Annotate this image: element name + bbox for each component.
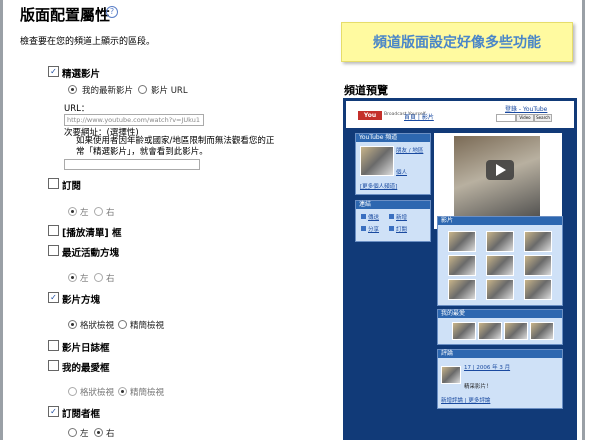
recent-right-radio[interactable] [94,273,103,282]
preview-search-input [496,114,516,122]
preview-channel-head: YouTube 頻道 [356,134,430,142]
url-input[interactable]: http://www.youtube.com/watch?v=JUku1 [64,114,204,126]
url-label: URL： [64,104,90,114]
preview-video-thumb [524,255,552,276]
preview-videos-head: 影片 [438,217,562,225]
preview-comment-date: 17 | 2006 年 3 月 [464,365,511,371]
preview-comment-links: 新增評論 | 更多評論 [441,398,491,404]
favorites-compact-radio[interactable] [118,387,127,396]
preview-top-right: 登錄 - YouTube [505,106,548,113]
subscribers-right-label: 右 [106,429,115,439]
recent-left-label: 左 [80,274,89,284]
favorites-compact-label: 精簡檢視 [130,388,165,398]
featured-url-label: 影片 URL [151,86,188,96]
preview-connect-1: 傳送 [368,215,380,221]
subscribers-left-label: 左 [80,429,89,439]
subscribers-right-radio[interactable] [94,428,103,437]
video-log-label: 影片日誌框 [62,343,110,354]
preview-channel-line1: 朋友 / 地區 [396,148,424,154]
secondary-url-input[interactable] [64,159,200,170]
subscribe-checkbox[interactable] [48,178,59,189]
preview-video-button: Video [516,114,534,122]
preview-favorite-thumb [478,322,502,340]
videos-box-checkbox[interactable]: ✓ [48,292,59,303]
video-log-checkbox[interactable] [48,340,59,351]
preview-connect-panel: 連結 [355,200,431,242]
frame-left-border [0,0,3,440]
videos-compact-label: 精簡檢視 [130,321,165,331]
page-title: 版面配置屬性 [20,6,111,24]
subscribe-icon [389,226,394,231]
subscribe-left-label: 左 [80,208,89,218]
recent-activity-checkbox[interactable] [48,245,59,256]
videos-compact-radio[interactable] [118,320,127,329]
featured-label: 精選影片 [62,69,101,80]
subscribers-checkbox[interactable]: ✓ [48,406,59,417]
preview-nav: 首頁 | 影片 [404,114,434,121]
subscribe-right-label: 右 [106,208,115,218]
preview-channel-line3: 個人 [396,170,408,176]
preview-connect-3: 分享 [368,227,380,233]
videos-box-label: 影片方塊 [62,295,101,306]
preview-avatar [360,146,394,176]
preview-commenter-avatar [441,366,461,384]
preview-channel-link: [更多個人頻道] [360,184,398,190]
featured-checkbox[interactable]: ✓ [48,66,59,77]
recent-right-label: 右 [106,274,115,284]
preview-video-thumb [486,279,514,300]
preview-favorite-thumb [504,322,528,340]
add-icon [389,214,394,219]
favorites-checkbox[interactable] [48,360,59,371]
share-icon [361,226,366,231]
featured-latest-label: 我的最新影片 [82,86,134,96]
preview-video-thumb [486,255,514,276]
youtube-logo: You [358,111,382,120]
subscribers-label: 訂閱者框 [62,409,101,420]
subscribers-left-radio[interactable] [68,428,77,437]
page-description: 檢查要在您的頻道上顯示的區段。 [20,37,156,47]
favorites-grid-radio[interactable] [68,387,77,396]
preview-comments-head: 評論 [438,350,562,358]
playlists-checkbox[interactable] [48,225,59,236]
playlists-label: [播放清單] 框 [62,228,122,239]
featured-url-radio[interactable] [138,85,147,94]
secondary-url-note: 如果使用者因年齡或國家/地區限制而無法觀看您的正常「精選影片」，就會看到此影片。 [76,136,275,157]
preview-video-thumb [486,231,514,252]
recent-left-radio[interactable] [68,273,77,282]
featured-latest-radio[interactable] [68,85,77,94]
preview-comment-text: 精采影片！ [464,384,492,390]
preview-video-thumb [524,279,552,300]
help-icon[interactable]: ? [106,6,118,18]
send-icon [361,214,366,219]
preview-favorite-thumb [530,322,554,340]
preview-connect-4: 訂閱 [396,227,408,233]
subscribe-left-radio[interactable] [68,207,77,216]
preview-video-thumb [524,231,552,252]
play-icon [496,164,506,176]
preview-favorite-thumb [452,322,476,340]
recent-activity-label: 最近活動方塊 [62,248,120,259]
favorites-grid-label: 格狀檢視 [80,388,115,398]
subscribe-label: 訂閱 [62,181,82,192]
preview-video-thumb [448,255,476,276]
annotation-banner: 頻道版面設定好像多些功能 [341,22,573,62]
preview-title: 頻道預覽 [344,84,388,97]
subscribe-right-radio[interactable] [94,207,103,216]
frame-right-border [582,0,585,440]
preview-favorites-head: 我的最愛 [438,310,562,318]
annotation-text: 頻道版面設定好像多些功能 [373,35,541,51]
preview-video-thumb [448,279,476,300]
videos-grid-radio[interactable] [68,320,77,329]
favorites-label: 我的最愛框 [62,363,110,374]
preview-video-thumb [448,231,476,252]
preview-connect-2: 新增 [396,215,408,221]
preview-connect-head: 連結 [356,201,430,209]
preview-search-button: Search [534,114,552,122]
videos-grid-label: 格狀檢視 [80,321,115,331]
